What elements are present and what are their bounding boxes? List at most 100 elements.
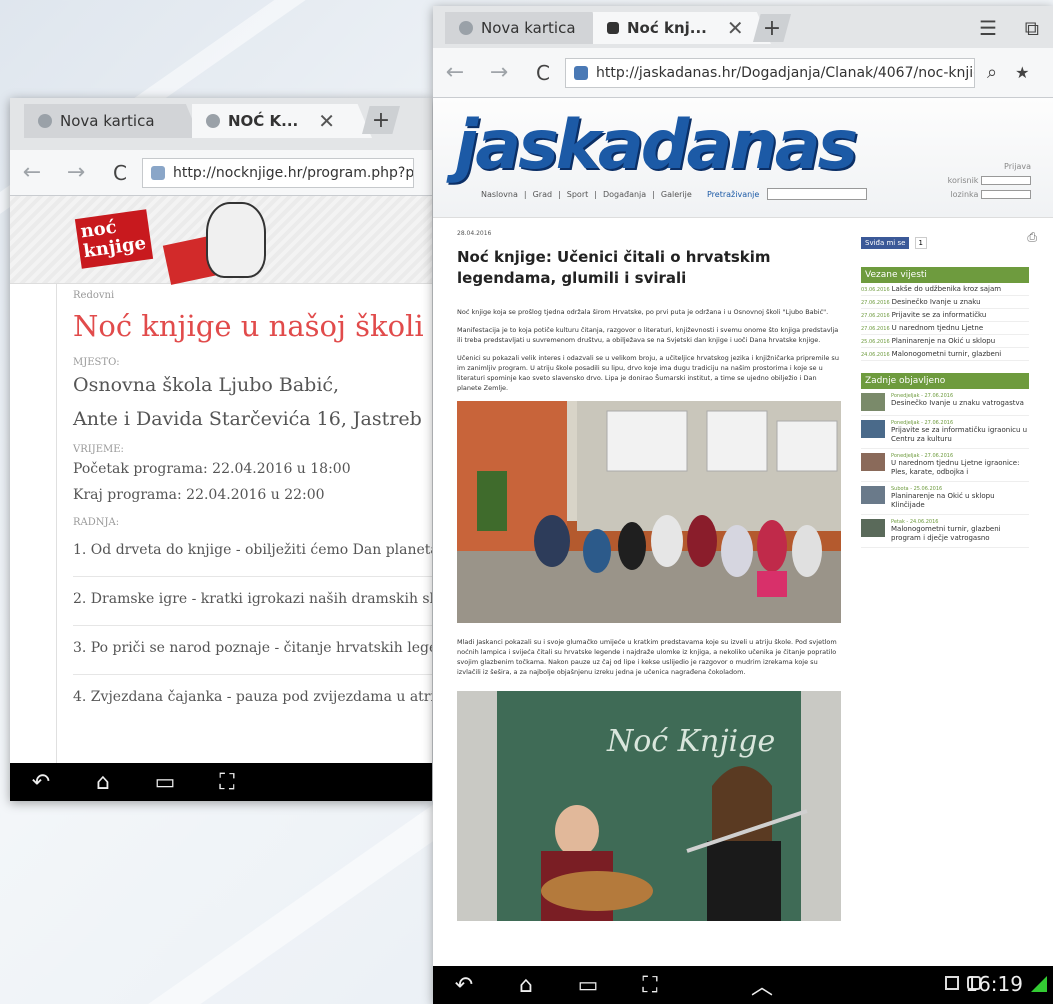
photo-musicians-illustration: Noć Knjige [457,691,841,921]
globe-icon [459,21,473,35]
screenshot-icon[interactable]: ⛶ [196,770,258,795]
nav-grad[interactable]: Grad [533,190,552,199]
home-icon[interactable]: ⌂ [495,973,557,998]
latest-news-item[interactable]: Ponedjeljak - 27.06.2016 Prijavite se za … [861,416,1029,449]
url-input[interactable]: http://nocknjige.hr/program.php?p [142,157,414,188]
username-label: korisnik [947,176,979,185]
nav-naslovna[interactable]: Naslovna [481,190,518,199]
print-icon[interactable]: ⎙ [1027,230,1037,245]
back-icon[interactable]: ↶ [10,770,72,795]
news-thumbnail [861,486,885,504]
site-favicon-icon [151,165,165,180]
address-bar: ← → C http://nocknjige.hr/program.php?p [10,150,432,196]
location-label: MJESTO: [73,357,120,368]
back-arrow-icon[interactable]: ← [10,160,54,185]
password-label: lozinka [950,190,979,199]
sidebar: Sviđa mi se 1 ⎙ Vezane vijesti 03.06.201… [861,230,1037,548]
main-navigation: Naslovna | Grad | Sport | Događanja | Ga… [481,190,692,199]
news-thumbnail [861,453,885,471]
right-tablet-screen: Nova kartica Noć knj... ✕ + ☰ ⧉ ← → C ht… [433,6,1053,1004]
new-tab-button[interactable]: + [362,106,400,134]
related-news-link[interactable]: 25.06.2016 Planinarenje na Okić u sklopu [861,335,1029,348]
article-photo-students[interactable] [457,401,841,623]
search-label: Pretraživanje [707,189,760,199]
event-details: Redovni Noć knjige u našoj školi MJESTO:… [56,284,432,763]
url-text: http://nocknjige.hr/program.php?p [173,164,414,181]
reload-icon[interactable]: C [98,161,142,185]
tab-noc-knjige[interactable]: Noć knj... ✕ [593,12,771,44]
back-icon[interactable]: ↶ [433,973,495,998]
password-field[interactable] [981,190,1031,199]
activity-item: 1. Od drveta do knjige - obilježiti ćemo… [73,528,432,577]
search-icon[interactable]: ⌕ [987,62,997,83]
nav-galerije[interactable]: Galerije [661,190,692,199]
page-content: noć knjige Redovni Noć knjige u našoj šk… [10,196,432,763]
reload-icon[interactable]: C [521,61,565,85]
latest-news-item[interactable]: Subota - 25.06.2016 Planinarenje na Okić … [861,482,1029,515]
related-news-link[interactable]: 27.06.2016 U narednom tjednu Ljetne [861,322,1029,335]
nav-separator: | [558,190,561,199]
tab-nova-kartica[interactable]: Nova kartica [445,12,605,44]
recent-apps-icon[interactable]: ▭ [557,973,619,998]
close-icon[interactable]: ✕ [727,16,744,40]
article-date: 28.04.2016 [457,230,492,237]
shakespeare-illustration [206,202,266,278]
nav-dogadanja[interactable]: Događanja [603,190,646,199]
article-paragraph: Učenici su pokazali velik interes i odaz… [457,354,839,392]
login-title[interactable]: Prijava [948,160,1031,174]
related-news-link[interactable]: 27.06.2016 Desinečko Ivanje u znaku [861,296,1029,309]
activity-item: 3. Po priči se narod poznaje - čitanje h… [73,626,432,675]
end-time: Kraj programa: 22.04.2016 u 22:00 [73,487,325,503]
article-photo-musicians[interactable]: Noć Knjige [457,691,841,921]
facebook-like-button[interactable]: Sviđa mi se [861,237,910,249]
tab-nova-kartica[interactable]: Nova kartica [24,104,200,138]
tab-strip: Nova kartica Noć knj... ✕ + ☰ ⧉ [433,6,1053,48]
event-category: Redovni [73,290,115,301]
latest-news-item[interactable]: Ponedjeljak - 27.06.2016 Desinečko Ivanje… [861,389,1029,416]
menu-icon[interactable]: ☰ [979,16,997,40]
search-input[interactable] [767,188,868,200]
related-news-link[interactable]: 27.06.2016 Prijavite se za informatičku [861,309,1029,322]
tab-label: NOĆ K... [228,112,299,130]
chalkboard-text: Noć Knjige [606,724,775,759]
url-text: http://jaskadanas.hr/Dogadjanja/Clanak/4… [596,64,975,81]
collapse-up-icon[interactable]: ︿ [731,969,793,1001]
signal-icon [1031,976,1047,992]
globe-icon [38,114,52,128]
tab-label: Nova kartica [60,112,155,130]
screenshot-icon[interactable]: ⛶ [619,973,681,998]
search-area: Pretraživanje [707,188,868,200]
article-title: Noć knjige: Učenici čitali o hrvatskim l… [457,248,771,287]
latest-news-item[interactable]: Ponedjeljak - 27.06.2016 U narednom tjedn… [861,449,1029,482]
time-label: VRIJEME: [73,444,124,455]
forward-arrow-icon[interactable]: → [477,60,521,85]
related-news-link[interactable]: 24.06.2016 Malonogometni turnir, glazbeni [861,348,1029,361]
article-paragraph: Mladi Jaskanci pokazali su i svoje gluma… [457,638,837,676]
recent-apps-icon[interactable]: ▭ [134,770,196,795]
system-navigation-bar: ↶ ⌂ ▭ ⛶ ︿ 16:19 [433,966,1053,1004]
left-tablet-screen: Nova kartica NOĆ K... ✕ + ← → C http://n… [10,98,432,801]
username-field[interactable] [981,176,1031,185]
nav-sport[interactable]: Sport [567,190,588,199]
back-arrow-icon[interactable]: ← [433,60,477,85]
site-logo[interactable]: jaskadanas [455,106,858,185]
forward-arrow-icon[interactable]: → [54,160,98,185]
tab-label: Nova kartica [481,19,576,37]
site-logo[interactable]: noć knjige [74,209,154,269]
status-clock: 16:19 [965,972,1023,996]
tab-noc-knjige[interactable]: NOĆ K... ✕ [192,104,372,138]
nav-separator: | [652,190,655,199]
page-icon [574,65,588,80]
window-icon[interactable]: ⧉ [1025,16,1039,40]
article-paragraph: Noć knjige koja se prošlog tjedna održal… [457,308,829,316]
related-news-link[interactable]: 03.06.2016 Lakše do udžbenika kroz sajam [861,283,1029,296]
close-icon[interactable]: ✕ [318,109,335,133]
latest-news-item[interactable]: Petak - 24.06.2016 Malonogometni turnir, … [861,515,1029,548]
bookmark-icon[interactable]: ★ [1015,63,1029,82]
nav-separator: | [523,190,527,199]
globe-icon [206,114,220,128]
url-input[interactable]: http://jaskadanas.hr/Dogadjanja/Clanak/4… [565,57,975,88]
start-time: Početak programa: 22.04.2016 u 18:00 [73,461,351,477]
gallery-notification-icon [945,976,959,990]
home-icon[interactable]: ⌂ [72,770,134,795]
